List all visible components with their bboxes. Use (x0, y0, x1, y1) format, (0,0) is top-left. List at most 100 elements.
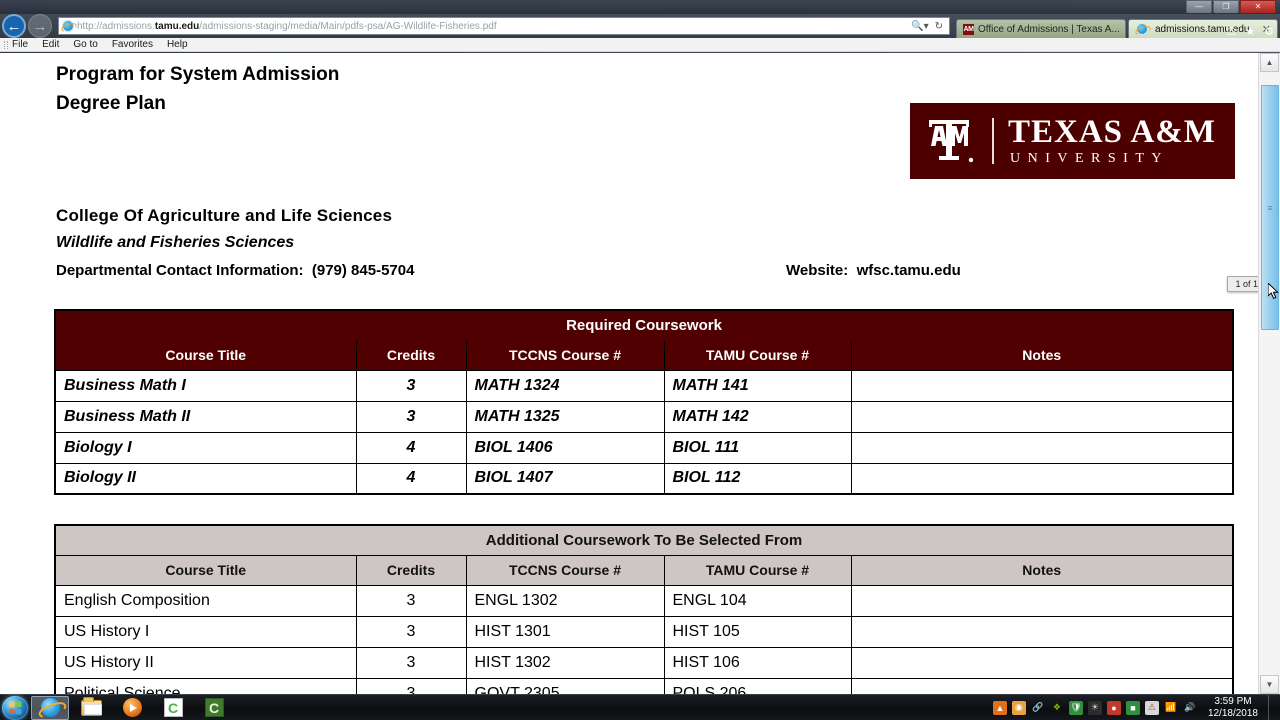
tab-label: Office of Admissions | Texas A... (978, 23, 1120, 35)
show-desktop-button[interactable] (1268, 694, 1276, 720)
additional-coursework-table: Additional Coursework To Be Selected Fro… (54, 524, 1234, 694)
cell-credits: 3 (355, 646, 467, 679)
table-header-row: Course Title Credits TCCNS Course # TAMU… (54, 339, 1234, 371)
table-row: Business Math II 3 MATH 1325 MATH 142 (54, 400, 1234, 433)
page-title-line2: Degree Plan (56, 93, 166, 114)
logo-wordmark-line2: UNIVERSITY (1010, 150, 1169, 166)
dropbox-icon[interactable]: ◉ (1011, 700, 1026, 715)
globe-icon[interactable]: ☀ (1087, 700, 1102, 715)
minimize-button[interactable]: — (1186, 0, 1212, 13)
cell-tamu: MATH 142 (663, 400, 852, 433)
cell-course-title: English Composition (54, 584, 357, 617)
atm-monogram-icon (910, 116, 988, 166)
menu-item-edit[interactable]: Edit (42, 39, 59, 50)
back-arrow-icon[interactable]: ← (2, 14, 26, 38)
scroll-up-icon[interactable]: ▲ (1260, 53, 1279, 72)
cell-tamu: ENGL 104 (663, 584, 852, 617)
menu-item-file[interactable]: File (12, 39, 28, 50)
taskbar-camtasia-editor-icon[interactable]: C (154, 696, 192, 720)
table-row: Business Math I 3 MATH 1324 MATH 141 (54, 369, 1234, 402)
gear-icon[interactable]: ⚙ (1264, 25, 1274, 38)
table-row: US History II 3 HIST 1302 HIST 106 (54, 646, 1234, 679)
cell-credits: 4 (355, 431, 467, 464)
cell-notes (850, 400, 1234, 433)
close-button[interactable]: ✕ (1240, 0, 1276, 13)
cell-tccns: MATH 1324 (465, 369, 665, 402)
cell-tamu: HIST 106 (663, 646, 852, 679)
url-scheme: http://admissions. (77, 20, 155, 32)
document-heading: Program for System Admission Degree Plan (56, 60, 339, 118)
sync-warning-icon[interactable]: ⚠ (1144, 700, 1159, 715)
table-row: Political Science 3 GOVT 2305 POLS 206 (54, 677, 1234, 694)
table-row: Biology II 4 BIOL 1407 BIOL 112 (54, 462, 1234, 495)
menu-bar: File Edit Go to Favorites Help (0, 38, 1280, 52)
cell-credits: 3 (355, 615, 467, 648)
cell-credits: 3 (355, 369, 467, 402)
safely-remove-icon[interactable]: ▲ (992, 700, 1007, 715)
menu-item-favorites[interactable]: Favorites (112, 39, 153, 50)
link-icon[interactable]: 🔗 (1031, 701, 1045, 715)
cell-tccns: HIST 1302 (465, 646, 665, 679)
forward-arrow-icon[interactable]: → (28, 14, 52, 38)
ie-favicon (62, 20, 74, 32)
scroll-down-icon[interactable]: ▼ (1260, 675, 1279, 694)
pdf-viewport[interactable]: Program for System Admission Degree Plan (0, 53, 1258, 694)
contact-line: Departmental Contact Information: (979) … (56, 257, 961, 285)
address-bar[interactable]: http://admissions. tamu.edu/admissions-st… (58, 17, 950, 35)
column-header-notes: Notes (850, 554, 1234, 586)
green-app-icon[interactable]: ■ (1125, 700, 1140, 715)
url-path: /admissions-staging/media/Main/pdfs-psa/… (199, 20, 497, 32)
cell-tccns: GOVT 2305 (465, 677, 665, 694)
taskbar-clock[interactable]: 3:59 PM 12/18/2018 (1202, 696, 1263, 720)
cell-notes (850, 646, 1234, 679)
ie-favicon (1136, 23, 1148, 35)
maximize-button[interactable]: ❐ (1213, 0, 1239, 13)
cell-tccns: ENGL 1302 (465, 584, 665, 617)
cell-notes (850, 615, 1234, 648)
taskbar-camtasia-recorder-icon[interactable]: C (195, 696, 233, 720)
cell-credits: 3 (355, 584, 467, 617)
cell-course-title: Biology I (54, 431, 357, 464)
nvidia-icon[interactable]: ❖ (1050, 701, 1064, 715)
taskbar-media-player-icon[interactable] (113, 696, 151, 720)
title-bar: — ❐ ✕ (0, 0, 1280, 14)
cell-notes (850, 369, 1234, 402)
table-row: US History I 3 HIST 1301 HIST 105 (54, 615, 1234, 648)
column-header-tamu: TAMU Course # (663, 554, 852, 586)
contact-label: Departmental Contact Information: (56, 262, 304, 279)
search-icon[interactable]: 🔍▾ (911, 21, 928, 32)
shield-icon[interactable]: 🛡 (1068, 700, 1083, 715)
cell-tamu: HIST 105 (663, 615, 852, 648)
website-value: wfsc.tamu.edu (856, 262, 961, 279)
cell-tccns: BIOL 1407 (465, 462, 665, 495)
taskbar: C C ▲ ◉ 🔗 ❖ 🛡 ☀ ● ■ ⚠ 📶 🔊 3:59 PM 12/18/… (0, 694, 1280, 720)
cell-tccns: BIOL 1406 (465, 431, 665, 464)
menu-item-goto[interactable]: Go to (73, 39, 97, 50)
column-header-tamu: TAMU Course # (663, 339, 852, 371)
favorites-star-icon[interactable]: ★ (1245, 25, 1255, 38)
cell-course-title: Biology II (54, 462, 357, 495)
taskbar-file-explorer-icon[interactable] (72, 696, 110, 720)
table-row: English Composition 3 ENGL 1302 ENGL 104 (54, 584, 1234, 617)
refresh-icon[interactable]: ↻ (935, 21, 943, 32)
table-caption-row: Required Coursework (54, 309, 1234, 341)
tab-office-of-admissions[interactable]: AM Office of Admissions | Texas A... (956, 19, 1126, 38)
column-header-tccns: TCCNS Course # (465, 554, 665, 586)
address-bar-icons: 🔍▾ ↻ (911, 21, 947, 32)
taskbar-internet-explorer-icon[interactable] (31, 695, 69, 720)
column-header-credits: Credits (355, 554, 467, 586)
vertical-scrollbar[interactable]: ▲ ▼ (1258, 53, 1280, 694)
menu-item-help[interactable]: Help (167, 39, 188, 50)
system-tray: ▲ ◉ 🔗 ❖ 🛡 ☀ ● ■ ⚠ 📶 🔊 3:59 PM 12/18/2018 (992, 694, 1280, 720)
tamu-favicon: AM (963, 23, 974, 35)
start-orb-icon[interactable] (2, 695, 28, 720)
browser-toolbar-icons: ☖ ★ ⚙ (1226, 25, 1274, 38)
navigation-bar: ← → http://admissions. tamu.edu/admission… (0, 14, 1280, 38)
scrollbar-thumb[interactable] (1261, 85, 1279, 330)
network-icon[interactable]: 📶 (1164, 701, 1178, 715)
volume-icon[interactable]: 🔊 (1183, 701, 1197, 715)
cell-tamu: BIOL 111 (663, 431, 852, 464)
home-icon[interactable]: ☖ (1226, 25, 1236, 38)
cell-course-title: Business Math II (54, 400, 357, 433)
red-app-icon[interactable]: ● (1106, 700, 1121, 715)
